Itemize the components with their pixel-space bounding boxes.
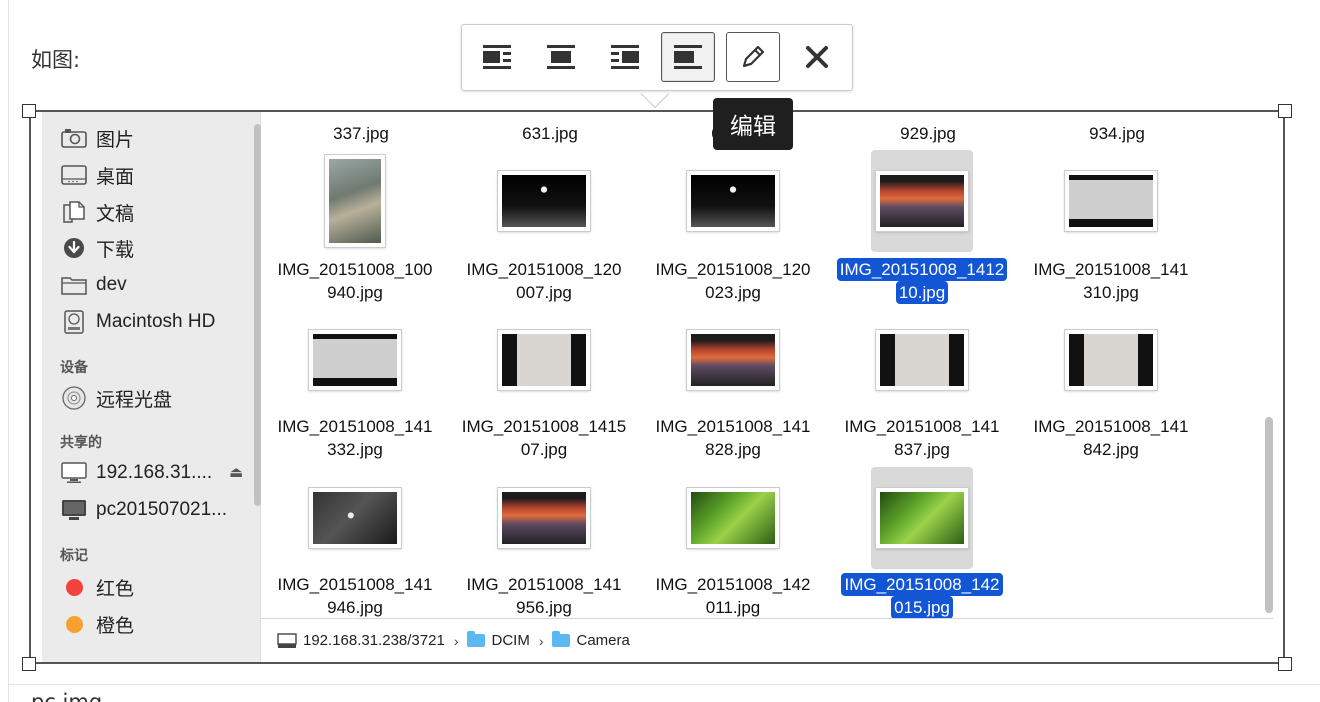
align-right-button[interactable] [598,32,652,82]
align-right-wrap-icon [611,45,639,69]
edit-tooltip: 编辑 [713,98,793,150]
align-left-button[interactable] [470,32,524,82]
pencil-icon [742,45,765,68]
align-none-button[interactable] [661,32,715,82]
align-left-wrap-icon [483,45,511,69]
close-icon [806,46,828,68]
resize-handle-top-left[interactable] [22,104,36,118]
editor-left-border [8,0,9,702]
paragraph-text[interactable]: 如图: [31,44,80,74]
remove-image-button[interactable] [790,32,844,82]
editor-divider [8,684,1320,685]
align-none-icon [674,45,702,69]
image-selection-frame [29,110,1285,664]
image-toolbar [461,24,853,91]
next-paragraph-text[interactable]: pc img [31,690,102,702]
resize-handle-top-right[interactable] [1278,104,1292,118]
align-center-button[interactable] [534,32,588,82]
align-center-icon [547,45,575,69]
resize-handle-bottom-right[interactable] [1278,657,1292,671]
edit-image-button[interactable] [726,32,780,82]
resize-handle-bottom-left[interactable] [22,657,36,671]
